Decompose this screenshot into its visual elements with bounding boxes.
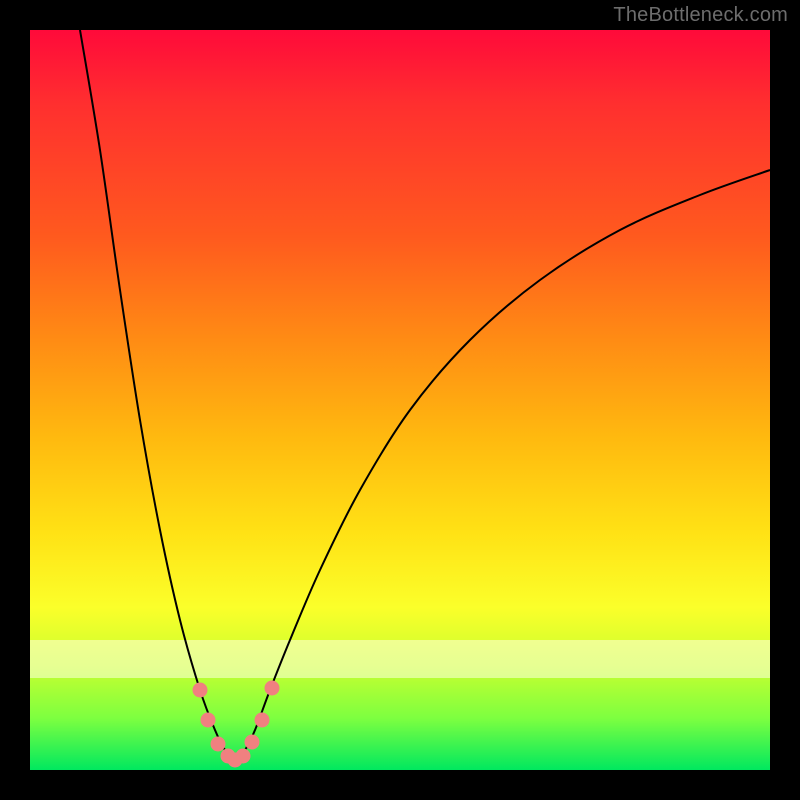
watermark-text: TheBottleneck.com [613, 4, 788, 27]
trough-marker [265, 681, 279, 695]
trough-marker [236, 749, 250, 763]
trough-marker [193, 683, 207, 697]
chart-svg [30, 30, 770, 770]
trough-marker-group [193, 681, 279, 767]
trough-marker [245, 735, 259, 749]
chart-frame: TheBottleneck.com [0, 0, 800, 800]
trough-marker [211, 737, 225, 751]
bottleneck-curve [80, 30, 770, 760]
trough-marker [201, 713, 215, 727]
trough-marker [255, 713, 269, 727]
